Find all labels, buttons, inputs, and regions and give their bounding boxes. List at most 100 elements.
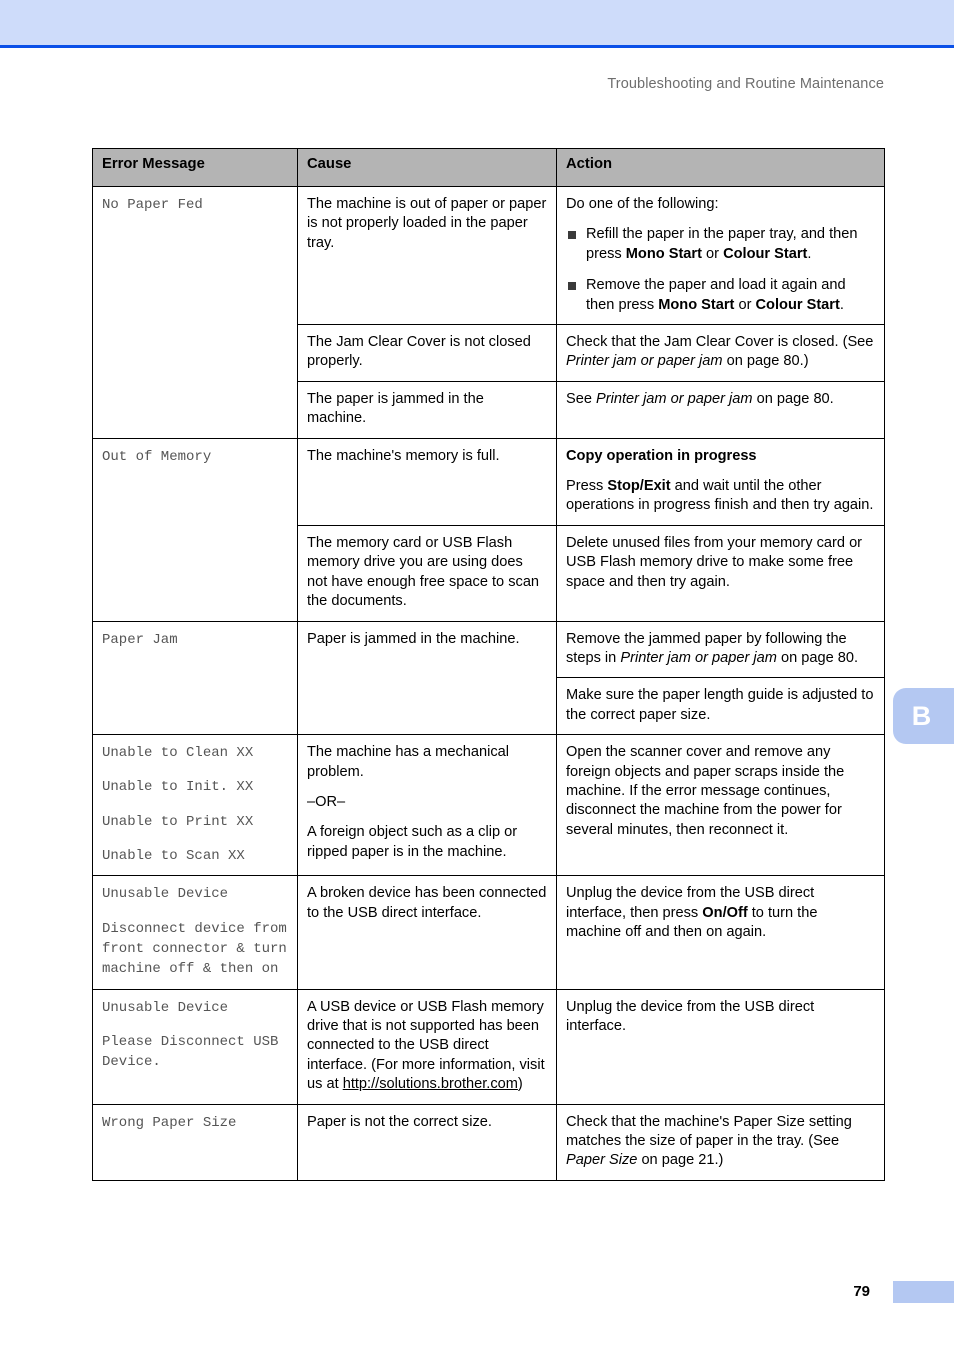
action-content: Unplug the device from the USB direct in… bbox=[566, 884, 875, 942]
emphasis-bold: Stop/Exit bbox=[607, 478, 671, 495]
cause-paragraph: The machine is out of paper or paper is … bbox=[307, 196, 547, 251]
cause-paragraph: The paper is jammed in the machine. bbox=[307, 390, 484, 427]
emphasis-italic: Paper Size bbox=[566, 1152, 638, 1169]
lcd-message-line: Out of Memory bbox=[102, 448, 212, 465]
lcd-message-line: Unable to Print XX bbox=[102, 813, 254, 830]
text-run: or bbox=[701, 245, 724, 262]
cause-paragraph: The machine has a mechanical problem. bbox=[307, 744, 509, 780]
column-header-error-message: Error Message bbox=[92, 148, 298, 187]
cause-content: The machine is out of paper or paper is … bbox=[307, 195, 547, 253]
lcd-message-line: Disconnect device from front connector &… bbox=[102, 920, 296, 978]
cause-paragraph: A USB device or USB Flash memory drive t… bbox=[307, 998, 547, 1095]
action-paragraph: Press Stop/Exit and wait until the other… bbox=[566, 477, 875, 516]
emphasis-italic: Printer jam or paper jam bbox=[566, 353, 723, 370]
text-run: Unplug the device from the USB direct in… bbox=[566, 998, 815, 1034]
text-run: on page 80. bbox=[776, 649, 859, 666]
emphasis-bold: On/Off bbox=[702, 904, 748, 921]
cell-error-message: Unable to Clean XX Unable to Init. XX Unab… bbox=[92, 734, 298, 877]
table-row: Out of Memory The machine's memory is ful… bbox=[92, 437, 885, 622]
cause-content: The machine has a mechanical problem. –OR… bbox=[307, 743, 547, 862]
text-run: Check that the machine's Paper Size sett… bbox=[566, 1113, 852, 1149]
cell-cause: The Jam Clear Cover is not closed proper… bbox=[297, 324, 557, 382]
emphasis-bold: Colour Start bbox=[723, 245, 808, 262]
text-run: . bbox=[807, 245, 812, 262]
action-lead: Do one of the following: bbox=[566, 196, 719, 212]
action-paragraph: Check that the Jam Clear Cover is closed… bbox=[566, 333, 875, 372]
cell-action: Delete unused files from your memory car… bbox=[556, 524, 885, 622]
cause-paragraph: –OR– bbox=[307, 793, 346, 810]
cause-content: The Jam Clear Cover is not closed proper… bbox=[307, 333, 547, 372]
cell-cause: The machine is out of paper or paper is … bbox=[297, 185, 557, 326]
table-body: No Paper Fed The machine is out of paper … bbox=[92, 185, 885, 1181]
cause-content: Paper is jammed in the machine. bbox=[307, 630, 547, 649]
action-paragraph: Delete unused files from your memory car… bbox=[566, 534, 875, 592]
cell-action: Remove the jammed paper by following the… bbox=[556, 620, 885, 679]
cause-paragraph: A broken device has been connected to th… bbox=[307, 885, 547, 921]
cause-paragraph: The machine's memory is full. bbox=[307, 447, 500, 464]
table-header: Error Message Cause Action bbox=[92, 148, 885, 187]
action-content: Make sure the paper length guide is adju… bbox=[566, 686, 875, 725]
cell-cause: The machine's memory is full. bbox=[297, 437, 557, 526]
cell-cause: The paper is jammed in the machine. bbox=[297, 380, 557, 439]
action-content: Check that the machine's Paper Size sett… bbox=[566, 1113, 875, 1171]
table-row: Wrong Paper Size Paper is not the correct… bbox=[92, 1103, 885, 1181]
action-paragraph: Open the scanner cover and remove any fo… bbox=[566, 743, 875, 840]
lcd-message-line: Unable to Scan XX bbox=[102, 848, 245, 865]
page-number: 79 bbox=[853, 1283, 870, 1300]
cell-error-message: Unusable Device Please Disconnect USB Dev… bbox=[92, 988, 298, 1105]
cause-paragraph: The Jam Clear Cover is not closed proper… bbox=[307, 334, 531, 370]
action-content: Check that the Jam Clear Cover is closed… bbox=[566, 333, 875, 372]
lcd-message-line: Wrong Paper Size bbox=[102, 1114, 237, 1131]
text-run: Press bbox=[566, 478, 608, 495]
emphasis-italic: Printer jam or paper jam bbox=[596, 390, 753, 407]
cell-error-message: Wrong Paper Size bbox=[92, 1103, 298, 1181]
emphasis-bold: Mono Start bbox=[625, 245, 702, 262]
text-run: Delete unused files from your memory car… bbox=[566, 534, 863, 590]
action-content: See Printer jam or paper jam on page 80. bbox=[566, 390, 875, 409]
action-paragraph: Unplug the device from the USB direct in… bbox=[566, 884, 875, 942]
lcd-message-line: Unusable Device bbox=[102, 999, 229, 1016]
cell-error-message: Paper Jam bbox=[92, 620, 298, 736]
lcd-message-line: No Paper Fed bbox=[102, 197, 203, 213]
action-bullet-list: Refill the paper in the paper tray, and … bbox=[566, 225, 875, 315]
running-header: Troubleshooting and Routine Maintenance bbox=[607, 76, 884, 92]
text-run: Open the scanner cover and remove any fo… bbox=[566, 744, 845, 838]
cause-content: Paper is not the correct size. bbox=[307, 1113, 547, 1132]
table-header-row: Error Message Cause Action bbox=[92, 148, 885, 187]
action-paragraph: Remove the jammed paper by following the… bbox=[566, 630, 875, 669]
emphasis-bold: Mono Start bbox=[658, 296, 735, 313]
column-header-action: Action bbox=[556, 148, 885, 187]
emphasis-bold: Colour Start bbox=[755, 296, 840, 313]
cell-action: See Printer jam or paper jam on page 80. bbox=[556, 380, 885, 439]
cell-cause: A USB device or USB Flash memory drive t… bbox=[297, 988, 557, 1105]
cell-action: Check that the Jam Clear Cover is closed… bbox=[556, 324, 885, 382]
cell-action: Make sure the paper length guide is adju… bbox=[556, 677, 885, 736]
lcd-message-line: Please Disconnect USB Device. bbox=[102, 1033, 287, 1071]
chapter-tab: B bbox=[893, 688, 954, 744]
footer-accent-block bbox=[893, 1281, 954, 1303]
cell-action: Check that the machine's Paper Size sett… bbox=[556, 1103, 885, 1181]
cause-content: The machine's memory is full. bbox=[307, 447, 547, 466]
cause-paragraph: The memory card or USB Flash memory driv… bbox=[307, 534, 540, 610]
action-content: Open the scanner cover and remove any fo… bbox=[566, 743, 875, 840]
table-row: Unable to Clean XX Unable to Init. XX Unab… bbox=[92, 734, 885, 877]
cell-action: Do one of the following: Refill the paper… bbox=[556, 185, 885, 326]
lcd-message-line: Unable to Clean XX bbox=[102, 745, 254, 762]
cell-cause: The machine has a mechanical problem. –OR… bbox=[297, 734, 557, 877]
cell-cause: Paper is not the correct size. bbox=[297, 1103, 557, 1181]
cell-action: Unplug the device from the USB direct in… bbox=[556, 875, 885, 990]
cell-error-message: Out of Memory bbox=[92, 437, 298, 622]
url-text[interactable]: http://solutions.brother.com bbox=[343, 1076, 518, 1092]
error-message-table: Error Message Cause Action No Paper Fed T… bbox=[92, 148, 885, 1181]
cell-error-message: No Paper Fed bbox=[92, 186, 298, 439]
text-run: See bbox=[566, 390, 597, 407]
text-run: on page 80. bbox=[752, 390, 834, 407]
cause-paragraph: Paper is not the correct size. bbox=[307, 1113, 492, 1130]
action-content: Copy operation in progress Press Stop/Exi… bbox=[566, 447, 875, 516]
cell-error-message: Unusable Device Disconnect device from fr… bbox=[92, 875, 298, 990]
action-paragraph: Make sure the paper length guide is adju… bbox=[566, 686, 875, 725]
table-row: Paper Jam Paper is jammed in the machine.… bbox=[92, 620, 885, 736]
text-run: or bbox=[734, 296, 756, 313]
bullet-item: Remove the paper and load it again and t… bbox=[566, 276, 875, 315]
emphasis-italic: Printer jam or paper jam bbox=[620, 649, 777, 666]
